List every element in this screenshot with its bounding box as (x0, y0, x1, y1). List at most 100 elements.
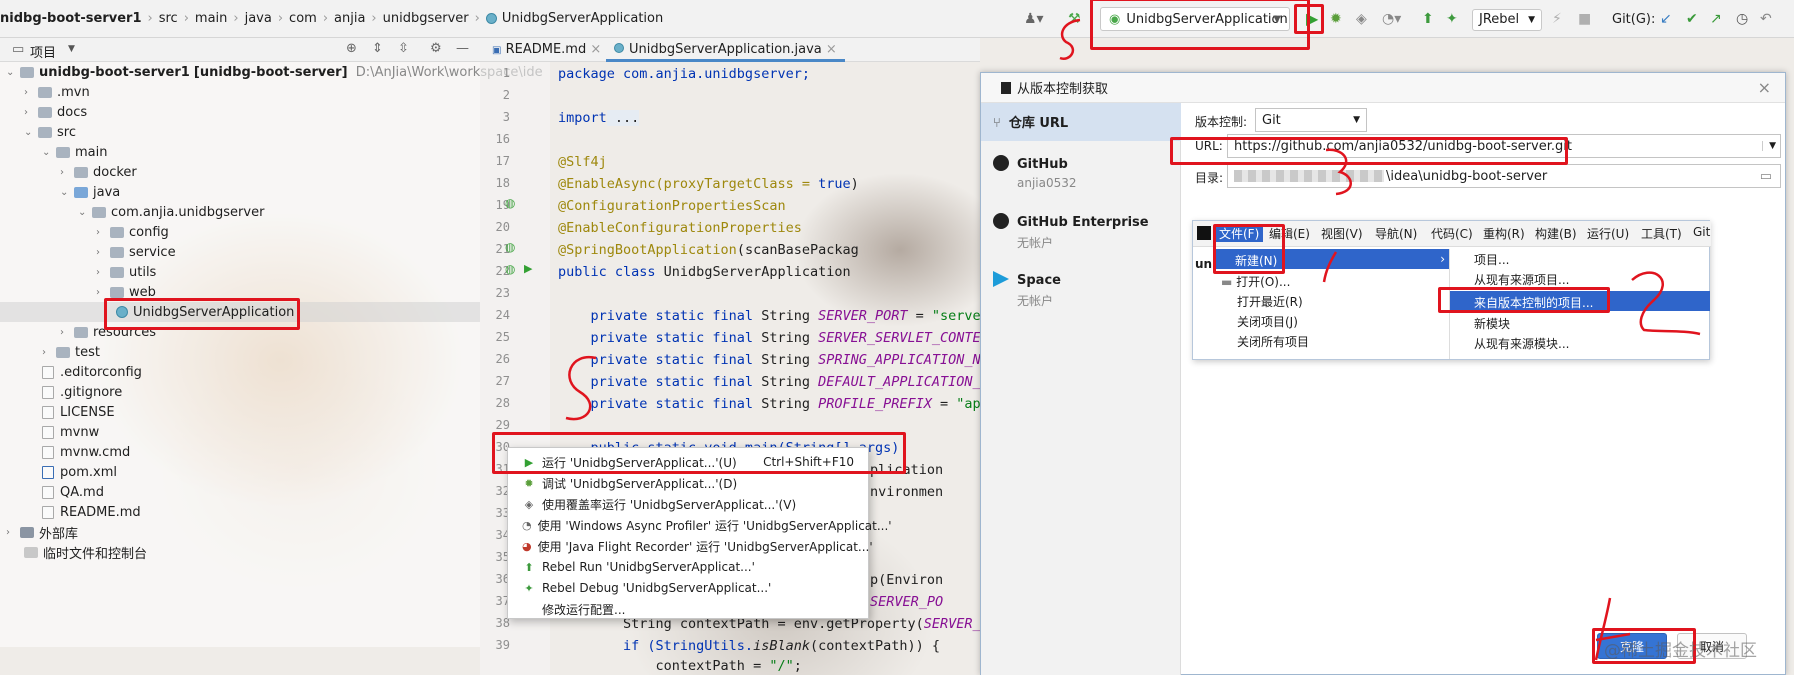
tree-item[interactable]: › .mvn (24, 82, 90, 102)
tree-item[interactable]: .gitignore (42, 382, 122, 402)
breadcrumb-class[interactable]: UnidbgServerApplication (502, 11, 663, 26)
chevron-down-icon[interactable]: ▼ (1762, 141, 1776, 151)
expand-all-icon[interactable]: ⇕ (372, 41, 383, 56)
git-update-icon[interactable]: ↙ (1660, 11, 1672, 27)
project-panel-header: ▭ 项目 ▼ ⊕ ⇕ ⇳ ⚙ — (0, 38, 480, 62)
submenu-item-project[interactable]: 项目... (1474, 251, 1509, 268)
tree-item[interactable]: › utils (96, 262, 156, 282)
tree-item[interactable]: › service (96, 242, 176, 262)
sidebar-item-repository-url[interactable]: ⑂ 仓库 URL (981, 103, 1181, 141)
panel-icon: ▭ (12, 42, 25, 57)
rebel-debug-icon[interactable]: ✦ (1446, 11, 1458, 27)
breadcrumb-src[interactable]: src (159, 11, 178, 26)
tree-item[interactable]: › 外部库 (6, 522, 78, 542)
sidebar-item-github-enterprise[interactable]: GitHub Enterprise 无帐户 (981, 209, 1181, 265)
minimize-icon[interactable]: — (456, 41, 469, 56)
tree-root[interactable]: ⌄ unidbg-boot-server1 [unidbg-boot-serve… (6, 62, 543, 82)
git-push-icon[interactable]: ↗ (1710, 11, 1722, 27)
menu-code[interactable]: 代码(C) (1431, 225, 1473, 242)
close-icon[interactable]: × (590, 42, 601, 57)
tree-item[interactable]: › test (42, 342, 100, 362)
tree-item[interactable]: .editorconfig (42, 362, 142, 382)
annotation-box-file-new (1213, 224, 1285, 274)
breadcrumb-project[interactable]: nidbg-boot-server1 (0, 11, 142, 26)
breadcrumb-com[interactable]: com (289, 11, 317, 26)
project-panel-title[interactable]: 项目 (30, 42, 56, 61)
hammer-icon[interactable]: ⚒ (1068, 11, 1081, 27)
tree-item[interactable]: ⌄ java (60, 182, 120, 202)
git-commit-icon[interactable]: ✔ (1686, 11, 1698, 27)
chevron-down-icon[interactable]: ▼ (68, 44, 75, 54)
tree-item[interactable]: ⌄ main (42, 142, 107, 162)
tree-item[interactable]: pom.xml (42, 462, 117, 482)
rollback-icon[interactable]: ↶ (1760, 11, 1772, 27)
menu-item-flight-recorder[interactable]: ◕ 使用 'Java Flight Recorder' 运行 'UnidbgSer… (508, 536, 873, 556)
tree-item[interactable]: mvnw (42, 422, 99, 442)
tree-item[interactable]: › docker (60, 162, 137, 182)
bean-icon[interactable]: ◍ (505, 240, 515, 254)
directory-input[interactable]: \idea\unidbg-boot-server ▭ (1227, 164, 1781, 188)
breadcrumb-unidbgserver[interactable]: unidbgserver (383, 11, 469, 26)
vcs-select[interactable]: Git ▼ (1255, 108, 1367, 132)
tab-application-java[interactable]: UnidbgServerApplication.java × (606, 38, 845, 62)
tree-item[interactable]: › docs (24, 102, 87, 122)
file-icon (42, 385, 54, 399)
debug-icon[interactable]: ✹ (1330, 11, 1342, 27)
menu-item-coverage[interactable]: ◈ 使用覆盖率运行 'UnidbgServerApplicat...'(V) (508, 494, 868, 514)
breadcrumb-main[interactable]: main (195, 11, 227, 26)
close-icon[interactable]: × (826, 42, 837, 57)
folder-icon: ▬ (1221, 275, 1233, 289)
run-gutter-icon[interactable]: ▶ (524, 262, 532, 275)
tree-item[interactable]: ⌄ com.anjia.unidbgserver (78, 202, 264, 222)
user-icon[interactable]: ♟▾ (1024, 11, 1044, 27)
tree-item[interactable]: 临时文件和控制台 (24, 542, 147, 562)
tree-item[interactable]: LICENSE (42, 402, 115, 422)
submenu-item-new-module[interactable]: 新模块 (1474, 315, 1510, 332)
menu-refactor[interactable]: 重构(R) (1483, 225, 1525, 242)
profiler-icon[interactable]: ◔▾ (1382, 11, 1401, 27)
tree-item[interactable]: ⌄ src (24, 122, 76, 142)
tree-item[interactable]: mvnw.cmd (42, 442, 130, 462)
locate-icon[interactable]: ⊕ (346, 41, 357, 56)
bean-icon[interactable]: ◍ (505, 196, 515, 210)
jrebel-select[interactable]: JRebel ▼ (1472, 9, 1542, 31)
submenu-item-from-sources[interactable]: 从现有来源项目... (1474, 271, 1569, 288)
menu-item-open[interactable]: ▬ 打开(O)... (1221, 273, 1290, 290)
bean-icon[interactable]: ◍ (505, 262, 515, 276)
history-icon[interactable]: ◷ (1736, 11, 1748, 27)
tab-readme[interactable]: ▣ README.md × (484, 38, 609, 62)
submenu-item-module-from-sources[interactable]: 从现有来源模块... (1474, 335, 1569, 352)
menu-view[interactable]: 视图(V) (1321, 225, 1363, 242)
line-number: 23 (495, 286, 510, 300)
close-icon[interactable]: × (1758, 78, 1771, 97)
folder-icon[interactable]: ▭ (1760, 169, 1772, 184)
breadcrumb-anjia[interactable]: anjia (334, 11, 365, 26)
menu-run[interactable]: 运行(U) (1587, 225, 1629, 242)
menu-item-debug[interactable]: ✹ 调试 'UnidbgServerApplicat...'(D) (508, 473, 868, 493)
annotation-box-run-button (1294, 4, 1324, 34)
tree-item[interactable]: QA.md (42, 482, 104, 502)
menu-item-async-profiler[interactable]: ◔ 使用 'Windows Async Profiler' 运行 'UnidbgS… (508, 515, 892, 535)
menu-item-open-recent[interactable]: 打开最近(R) (1237, 293, 1303, 310)
sidebar-item-space[interactable]: Space 无帐户 (981, 267, 1181, 323)
breadcrumb-java[interactable]: java (245, 11, 272, 26)
rebel-run-icon[interactable]: ⬆ (1422, 11, 1434, 27)
tree-item[interactable]: › config (96, 222, 169, 242)
gear-icon[interactable]: ⚙ (430, 41, 442, 56)
menu-item-rebel-debug[interactable]: ✦ Rebel Debug 'UnidbgServerApplicat...' (508, 578, 868, 598)
tree-item[interactable]: README.md (42, 502, 141, 522)
stop-icon[interactable]: ⚡ (1552, 11, 1562, 27)
menu-item-rebel-run[interactable]: ⬆ Rebel Run 'UnidbgServerApplicat...' (508, 557, 868, 577)
menu-item-close-all[interactable]: 关闭所有项目 (1237, 333, 1309, 350)
menu-item-close-project[interactable]: 关闭项目(J) (1237, 313, 1298, 330)
square-icon[interactable]: ■ (1578, 11, 1591, 27)
package-icon (110, 286, 124, 298)
sidebar-item-github[interactable]: GitHub anjia0532 (981, 151, 1181, 207)
menu-git[interactable]: Git (1693, 225, 1710, 239)
menu-navigate[interactable]: 导航(N) (1375, 225, 1417, 242)
coverage-icon[interactable]: ◈ (1356, 11, 1367, 27)
menu-tools[interactable]: 工具(T) (1641, 225, 1682, 242)
collapse-all-icon[interactable]: ⇳ (398, 41, 409, 56)
menu-build[interactable]: 构建(B) (1535, 225, 1577, 242)
menu-item-edit-config[interactable]: 修改运行配置... (508, 599, 868, 619)
